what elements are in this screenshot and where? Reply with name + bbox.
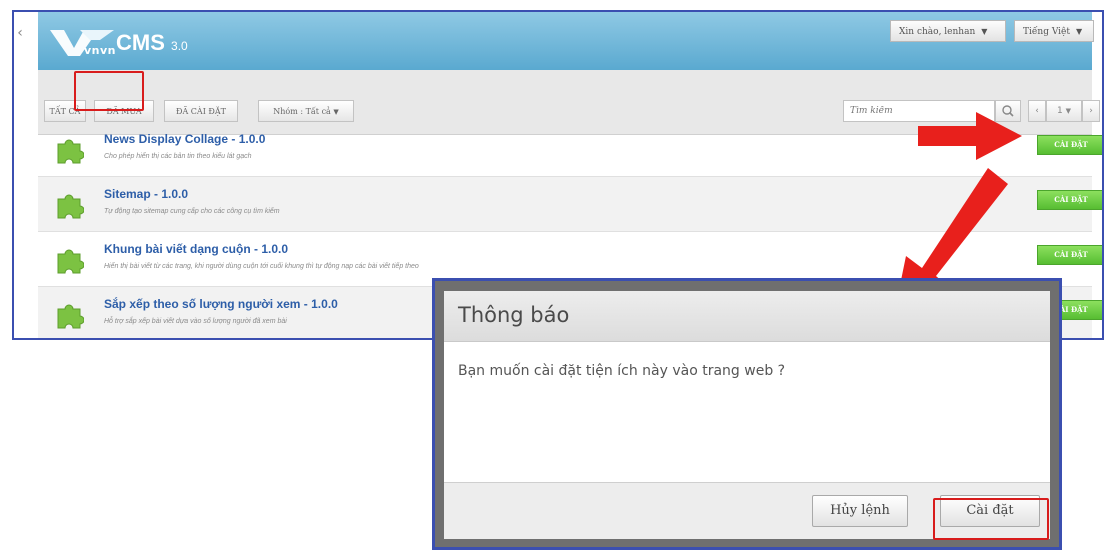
plugin-description: Hiển thị bài viết từ các trang, khi ngườ… [104, 263, 419, 270]
cancel-button[interactable]: Hủy lệnh [812, 495, 908, 527]
dialog-header: Thông báo [444, 291, 1050, 342]
plugin-description: Tự động tạo sitemap cung cấp cho các côn… [104, 208, 280, 215]
brand-name: CMS 3.0 [116, 30, 188, 55]
plugin-description: Hỗ trợ sắp xếp bài viết dựa vào số lượng… [104, 318, 287, 325]
user-greeting: Xin chào, lenhan [899, 27, 976, 37]
arrow-right-icon [918, 112, 1022, 160]
chevron-down-icon: ▼ [1076, 27, 1083, 36]
chevron-down-icon: ▼ [1065, 107, 1071, 115]
puzzle-piece-icon [57, 249, 84, 274]
install-button[interactable]: Cài đặt [1037, 245, 1102, 265]
language-label: Tiếng Việt [1023, 27, 1070, 37]
chevron-down-icon: ▼ [981, 27, 988, 36]
install-button[interactable]: Cài đặt [1037, 135, 1102, 155]
language-select[interactable]: Tiếng Việt ▼ [1014, 20, 1094, 42]
chevron-left-icon: ‹ [1035, 106, 1039, 116]
brand-prefix: vnvn [84, 44, 117, 57]
page-number: 1 [1057, 106, 1063, 116]
collapse-sidebar-icon[interactable]: ‹ [14, 22, 26, 44]
dialog-title: Thông báo [458, 303, 570, 327]
chevron-down-icon: ▼ [333, 108, 339, 116]
plugin-title[interactable]: Khung bài viết dạng cuộn - 1.0.0 [104, 242, 288, 256]
plugin-title[interactable]: Sắp xếp theo số lượng người xem - 1.0.0 [104, 297, 338, 311]
purchased-tab-highlight [74, 71, 144, 111]
plugin-description: Cho phép hiển thị các bản tin theo kiểu … [104, 153, 252, 160]
dialog-message: Bạn muốn cài đặt tiện ích này vào trang … [458, 363, 786, 379]
puzzle-piece-icon [57, 304, 84, 329]
chevron-right-icon: › [1089, 106, 1093, 116]
confirm-button-highlight [933, 498, 1049, 540]
prev-page-button[interactable]: ‹ [1028, 100, 1046, 122]
plugin-title[interactable]: News Display Collage - 1.0.0 [104, 132, 265, 146]
group-filter-label: Nhóm : Tất cả [273, 107, 331, 116]
group-filter-select[interactable]: Nhóm : Tất cả ▼ [258, 100, 354, 122]
plugin-title[interactable]: Sitemap - 1.0.0 [104, 187, 188, 201]
puzzle-piece-icon [57, 194, 84, 219]
tab-installed[interactable]: Đã cài đặt [164, 100, 238, 122]
puzzle-piece-icon [57, 139, 84, 164]
next-page-button[interactable]: › [1082, 100, 1100, 122]
app-header: vnvn CMS 3.0 Xin chào, lenhan ▼ Tiếng Việ… [38, 12, 1094, 70]
install-button[interactable]: Cài đặt [1037, 190, 1102, 210]
user-menu-button[interactable]: Xin chào, lenhan ▼ [890, 20, 1006, 42]
page-select[interactable]: 1 ▼ [1046, 100, 1082, 122]
